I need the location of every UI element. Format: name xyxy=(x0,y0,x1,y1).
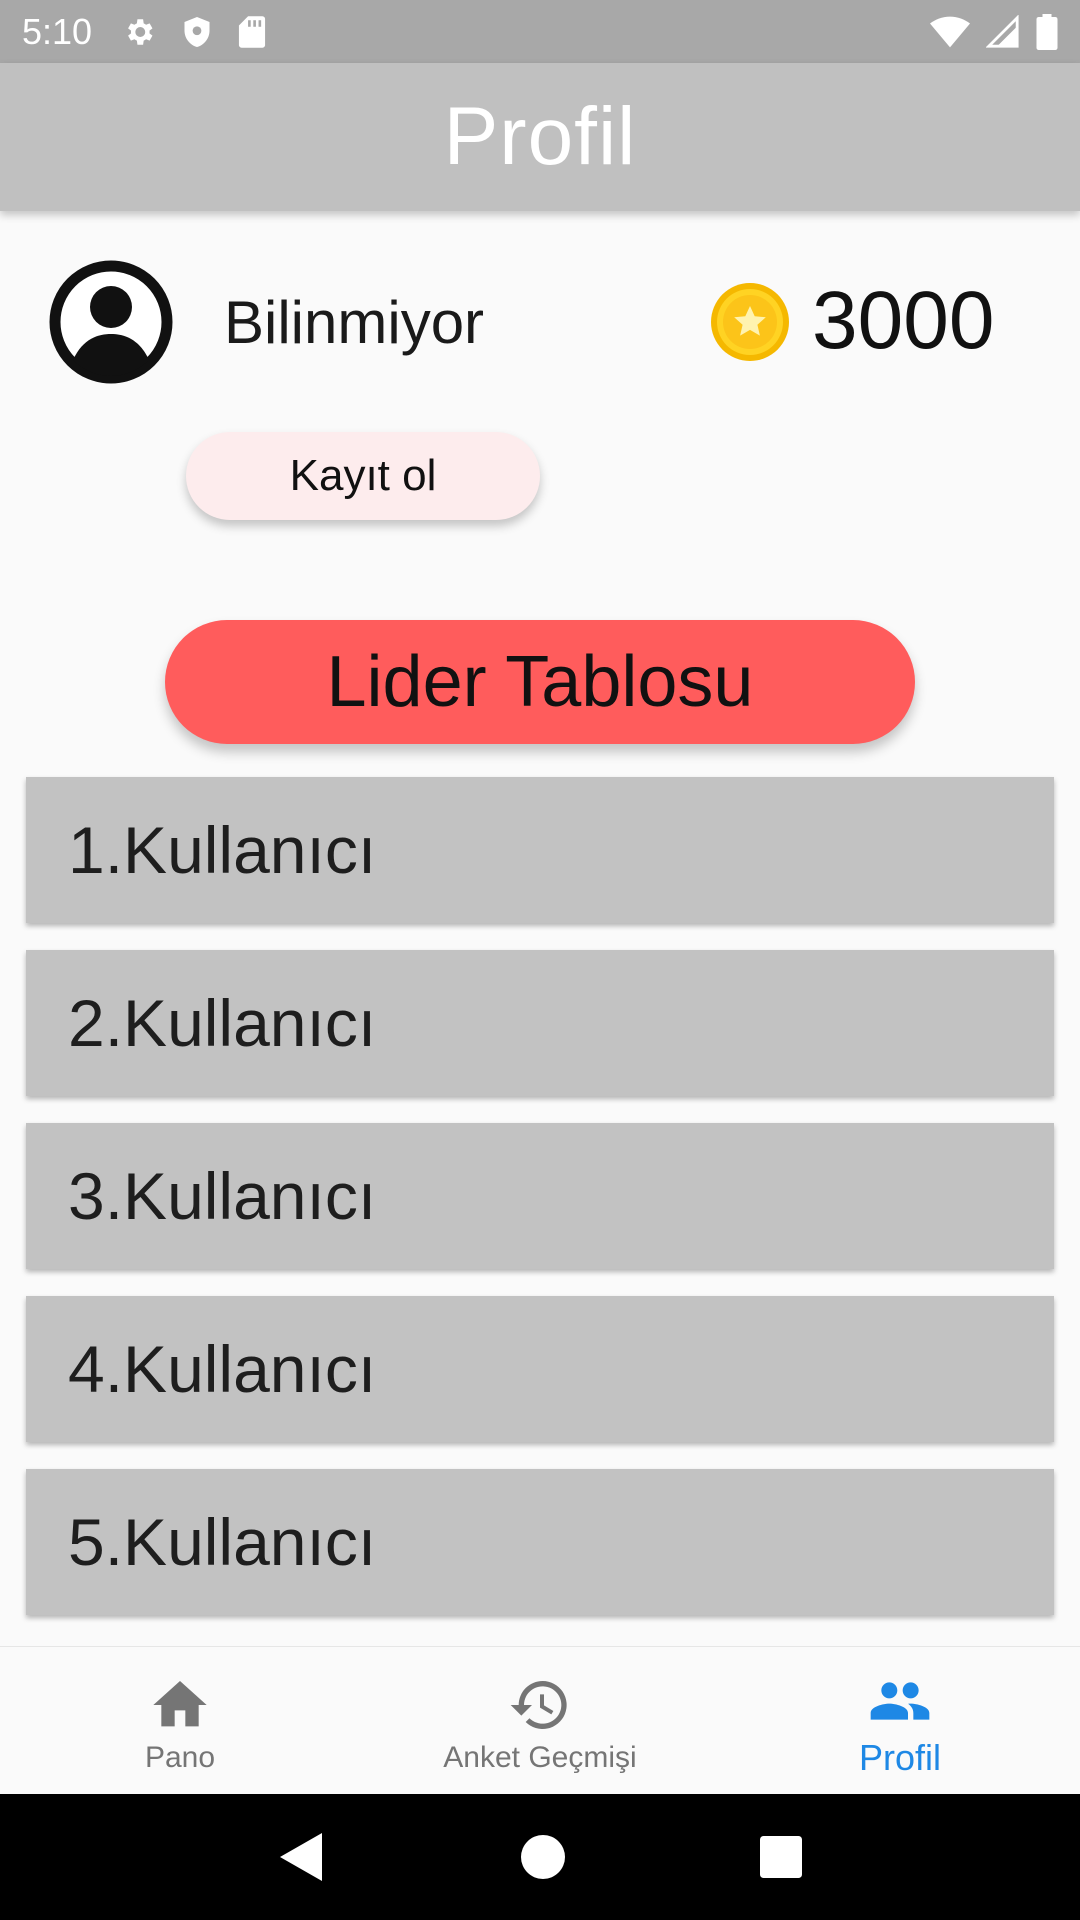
people-icon xyxy=(870,1681,930,1720)
leaderboard-list: 1.Kullanıcı 2.Kullanıcı 3.Kullanıcı 4.Ku… xyxy=(26,777,1054,1642)
wifi-icon xyxy=(930,16,970,47)
leaderboard-row-label: 3.Kullanıcı xyxy=(68,1159,377,1233)
coin-icon xyxy=(711,283,789,361)
nav-label: Profil xyxy=(858,1736,942,1778)
leaderboard-row[interactable]: 2.Kullanıcı xyxy=(26,950,1054,1096)
register-button[interactable]: Kayıt ol xyxy=(186,432,540,520)
gear-icon xyxy=(128,18,153,45)
home-icon xyxy=(153,1680,207,1726)
recents-icon[interactable] xyxy=(760,1836,803,1878)
leaderboard-row-label: 5.Kullanıcı xyxy=(68,1505,377,1579)
system-navigation-bar xyxy=(0,1794,1080,1920)
status-bar: 5:10 xyxy=(0,0,1080,63)
leaderboard-row[interactable]: 1.Kullanıcı xyxy=(26,777,1054,923)
avatar-icon xyxy=(49,260,173,384)
status-time: 5:10 xyxy=(22,10,93,52)
leaderboard-row[interactable]: 4.Kullanıcı xyxy=(26,1296,1054,1442)
leaderboard-row-label: 1.Kullanıcı xyxy=(68,813,377,887)
history-icon xyxy=(510,1680,567,1729)
leaderboard-button[interactable]: Lider Tablosu xyxy=(165,620,915,744)
nav-label: Anket Geçmişi xyxy=(443,1740,637,1774)
signal-icon xyxy=(986,14,1019,48)
back-icon[interactable] xyxy=(278,1831,326,1883)
profile-header: Bilinmiyor 3000 xyxy=(0,258,1080,386)
page-title: Profil xyxy=(443,91,637,182)
nav-item-profil[interactable]: Profil xyxy=(720,1647,1080,1794)
status-left-icons xyxy=(122,15,266,49)
home-circle-icon[interactable] xyxy=(520,1835,565,1879)
leaderboard-row[interactable]: 3.Kullanıcı xyxy=(26,1123,1054,1269)
leaderboard-row-label: 2.Kullanıcı xyxy=(68,986,377,1060)
username: Bilinmiyor xyxy=(224,289,485,356)
nav-label: Pano xyxy=(144,1740,216,1774)
bottom-navigation: Pano Anket Geçmişi Profil xyxy=(0,1646,1080,1794)
app-bar: Profil xyxy=(0,63,1080,211)
nav-item-survey-history[interactable]: Anket Geçmişi xyxy=(360,1647,720,1794)
leaderboard-row[interactable]: 5.Kullanıcı xyxy=(26,1469,1054,1615)
battery-icon xyxy=(1036,13,1058,50)
coin-balance: 3000 xyxy=(812,275,995,366)
status-right-icons xyxy=(930,13,1058,50)
leaderboard-row-label: 4.Kullanıcı xyxy=(68,1332,377,1406)
sd-card-icon xyxy=(239,15,266,48)
shield-icon xyxy=(184,16,210,47)
nav-item-pano[interactable]: Pano xyxy=(0,1647,360,1794)
